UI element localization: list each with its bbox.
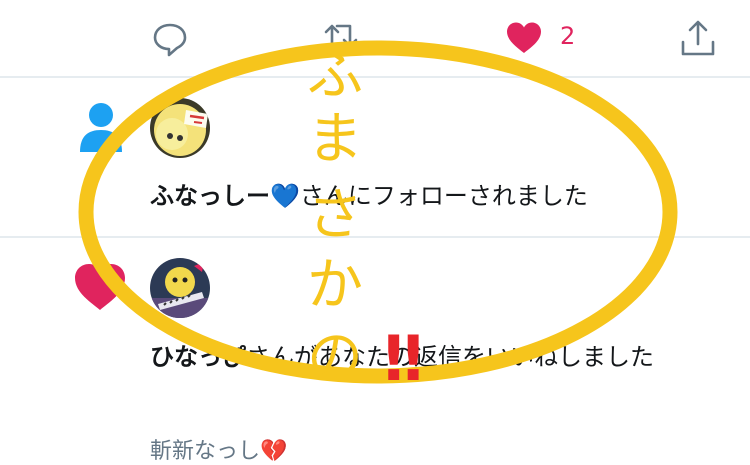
user-name[interactable]: ふなっしー <box>150 182 270 210</box>
quoted-reply-text: 斬新なっし💔 <box>150 439 288 464</box>
divider <box>0 236 750 238</box>
like-count: 2 <box>560 22 576 50</box>
avatar[interactable] <box>150 98 210 158</box>
user-name[interactable]: ひなっぴ <box>150 343 246 371</box>
heart-like-icon <box>72 260 128 316</box>
blue-heart-emoji: 💙 <box>270 182 300 210</box>
person-follow-icon <box>78 100 128 160</box>
notification-text: ふなっしー💙さんにフォローされました <box>150 177 588 215</box>
annotation-char: さ <box>307 183 363 248</box>
annotation-char: の <box>307 325 363 390</box>
double-exclamation-mark: ‼ <box>384 322 423 395</box>
annotation-char: か <box>307 253 363 318</box>
notification-text: ひなっぴさんがあなたの返信をいいねしました <box>150 338 725 376</box>
annotation-char: ふ <box>307 43 363 108</box>
avatar[interactable] <box>150 258 210 318</box>
share-icon[interactable] <box>678 18 718 58</box>
annotation-char: ま <box>307 107 363 172</box>
tweet-action-bar: 2 <box>0 0 750 76</box>
reply-icon[interactable] <box>150 18 190 58</box>
like-icon[interactable] <box>504 18 544 58</box>
divider <box>0 76 750 78</box>
